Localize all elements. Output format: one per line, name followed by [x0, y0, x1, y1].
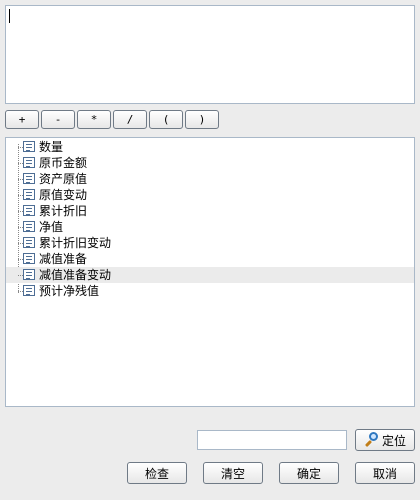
tree-item[interactable]: 累计折旧	[6, 203, 414, 219]
divide-button[interactable]: /	[113, 110, 147, 129]
left-paren-button[interactable]: (	[149, 110, 183, 129]
tree-item[interactable]: 原币金额	[6, 155, 414, 171]
tree-item-label: 累计折旧	[39, 204, 88, 218]
right-paren-button[interactable]: )	[185, 110, 219, 129]
locate-button[interactable]: 定位	[355, 429, 415, 451]
list-item-icon	[23, 237, 35, 248]
list-item-icon	[23, 253, 35, 264]
tree-item-label: 资产原值	[39, 172, 88, 186]
multiply-button[interactable]: *	[77, 110, 111, 129]
list-item-icon	[23, 157, 35, 168]
plus-button[interactable]: +	[5, 110, 39, 129]
list-item-icon	[23, 221, 35, 232]
tree-item[interactable]: 减值准备变动	[6, 267, 414, 283]
field-tree[interactable]: 数量原币金额资产原值原值变动累计折旧净值累计折旧变动 减值准备减值准备变动 预计净残…	[5, 137, 415, 407]
list-item-icon	[23, 269, 35, 280]
cancel-button[interactable]: 取消	[355, 462, 415, 484]
list-item-icon	[23, 173, 35, 184]
formula-editor[interactable]	[5, 5, 415, 104]
tree-item-label: 累计折旧变动	[39, 236, 112, 250]
minus-button[interactable]: -	[41, 110, 75, 129]
tree-item[interactable]: 减值准备	[6, 251, 414, 267]
list-item-icon	[23, 205, 35, 216]
tree-item[interactable]: 原值变动	[6, 187, 414, 203]
operator-toolbar: + - * / ( )	[5, 110, 219, 129]
ok-button[interactable]: 确定	[279, 462, 339, 484]
magnifier-icon	[364, 432, 380, 448]
tree-item-label: 净值	[39, 220, 64, 234]
list-item-icon	[23, 141, 35, 152]
tree-item[interactable]: 预计净残值	[6, 283, 414, 299]
tree-item[interactable]: 资产原值	[6, 171, 414, 187]
check-button[interactable]: 检查	[127, 462, 187, 484]
tree-item-label: 减值准备	[39, 252, 88, 266]
tree-item-label: 数量	[39, 140, 64, 154]
tree-item[interactable]: 净值	[6, 219, 414, 235]
tree-item-label: 原币金额	[39, 156, 88, 170]
locate-input[interactable]	[197, 430, 347, 450]
list-item-icon	[23, 285, 35, 296]
locate-label: 定位	[381, 433, 406, 448]
tree-item-label: 预计净残值	[39, 284, 100, 298]
tree-item-label: 原值变动	[39, 188, 88, 202]
tree-item[interactable]: 累计折旧变动	[6, 235, 414, 251]
clear-button[interactable]: 清空	[203, 462, 263, 484]
tree-item-label: 减值准备变动	[39, 268, 112, 282]
tree-item[interactable]: 数量	[6, 139, 414, 155]
text-caret	[9, 9, 10, 23]
list-item-icon	[23, 189, 35, 200]
